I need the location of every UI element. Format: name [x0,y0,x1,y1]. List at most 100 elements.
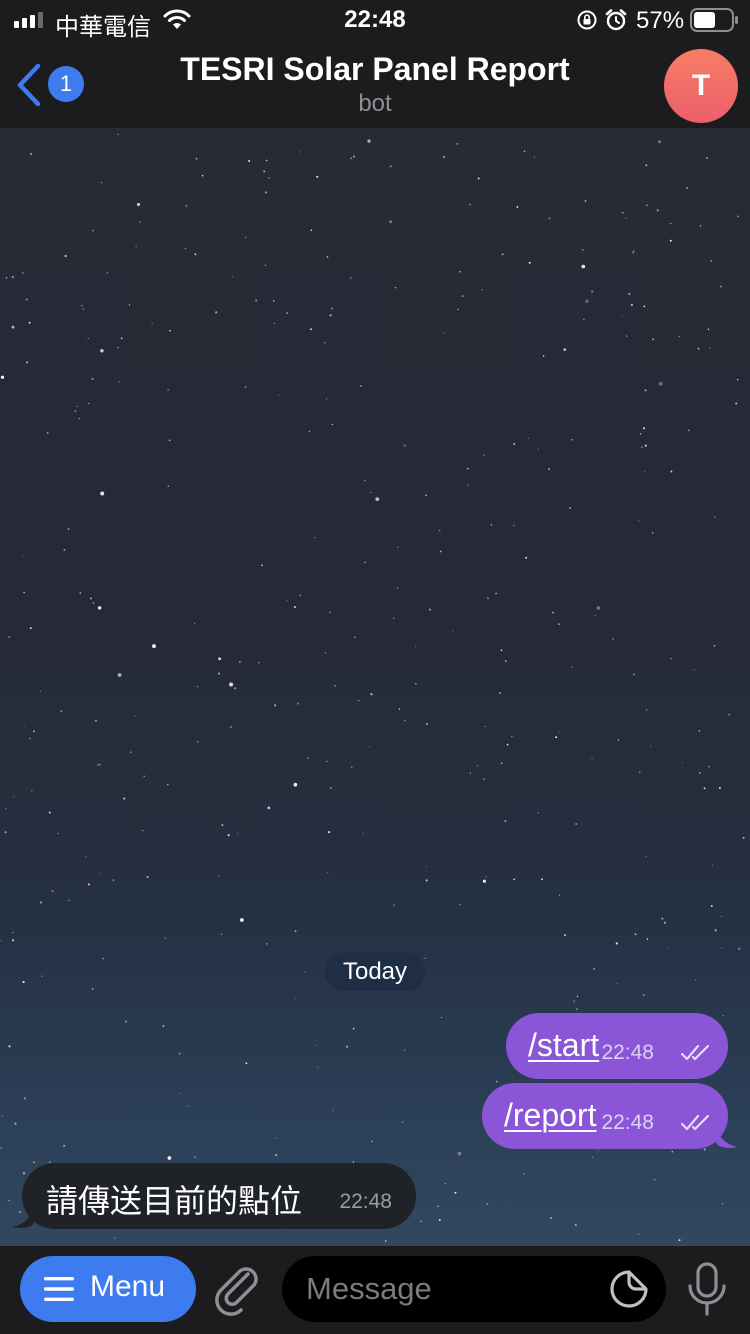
sticker-icon[interactable] [608,1268,650,1310]
star [221,824,224,827]
star [443,156,445,158]
star [89,597,92,600]
star [681,762,683,764]
star [8,1200,10,1202]
star [630,303,633,306]
star [403,1049,406,1052]
star [33,1161,35,1164]
star [486,1203,489,1206]
star [454,1191,457,1194]
star [590,290,594,293]
star [332,1109,334,1111]
star [513,524,515,527]
star [404,719,406,722]
star [548,468,551,470]
star [698,772,701,774]
star [79,592,81,594]
star [698,729,701,732]
star [85,856,87,858]
microphone-icon[interactable] [686,1262,728,1318]
star [632,250,635,252]
star [485,876,487,878]
attach-icon[interactable] [214,1264,264,1316]
star [721,947,723,949]
star [217,875,220,877]
star [712,864,714,866]
star [278,394,280,396]
star [467,484,469,486]
star [500,762,503,765]
star [41,975,43,977]
star [591,758,593,760]
star [424,957,426,959]
star [97,764,99,766]
star [162,1025,165,1027]
star [720,915,723,918]
star [495,1080,498,1083]
chat-title[interactable]: TESRI Solar Panel Report [120,51,630,88]
star [304,971,307,973]
command-link[interactable]: /report [504,1097,596,1134]
star [229,682,234,687]
command-link[interactable]: /start [528,1027,599,1064]
star [91,987,94,990]
star [581,264,586,269]
star [261,564,263,567]
star [331,423,334,426]
star [117,673,122,677]
star [23,1097,27,1100]
star [513,878,515,881]
incoming-message[interactable]: 請傳送目前的點位 22:48 [22,1163,416,1229]
star [516,205,519,208]
star [325,652,327,654]
date-separator: Today [325,953,425,991]
star [425,494,427,497]
star [68,899,70,902]
star [707,328,710,331]
star [678,1239,681,1242]
star [273,322,275,324]
star [477,177,480,180]
star [651,532,654,534]
star [8,636,11,639]
star [452,630,454,632]
star [426,723,428,725]
star [714,929,717,932]
menu-button[interactable]: Menu [20,1256,196,1322]
star [51,890,54,892]
star [621,315,623,317]
star [98,763,101,766]
star [91,377,94,381]
star [60,710,63,713]
chat-avatar[interactable]: T [664,49,738,123]
rotation-lock-icon [577,10,597,30]
star [286,600,288,602]
star [425,879,428,882]
back-button[interactable]: 1 [10,58,90,108]
star [196,685,199,688]
star [625,217,627,220]
star [459,903,461,906]
star [389,165,392,168]
star [718,786,721,790]
outgoing-message[interactable]: /report 22:48 [482,1083,728,1149]
star [135,245,137,247]
star [22,1172,26,1175]
star [328,831,331,834]
star [523,1173,525,1175]
outgoing-message[interactable]: /start 22:48 [506,1013,728,1079]
star [124,1020,127,1023]
star [352,155,356,158]
message-field[interactable] [282,1256,666,1322]
star [244,386,247,388]
star [240,918,244,922]
star [40,901,43,904]
star [487,597,489,599]
star [397,546,399,549]
message-input[interactable] [282,1256,626,1322]
star [245,1062,248,1065]
star [481,289,483,291]
star [663,921,666,924]
star [220,933,223,936]
star [710,905,713,908]
